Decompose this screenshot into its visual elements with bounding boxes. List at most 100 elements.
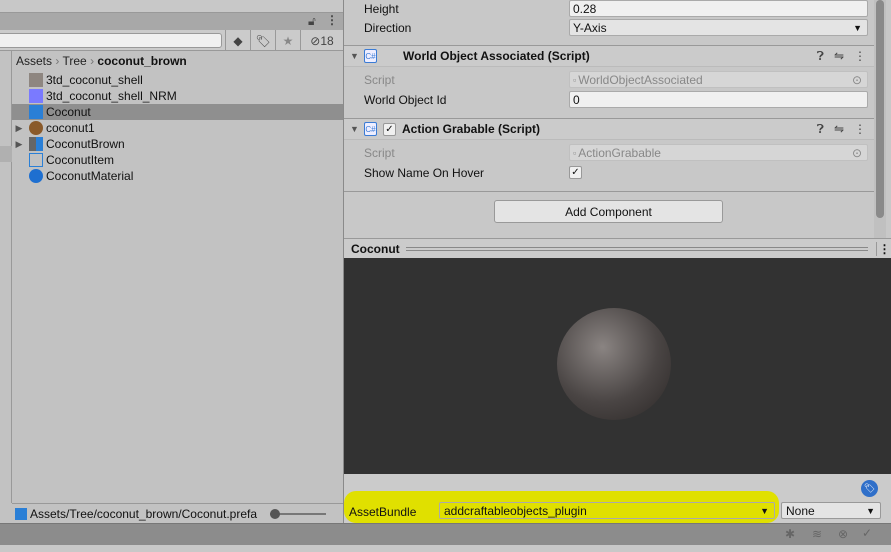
search-row: ◆ 🏷︎ ★ ⊘ 18 — [0, 30, 343, 51]
breadcrumb-assets[interactable]: Assets — [16, 54, 52, 68]
editor-status-bar: ✱ ≋ ⊗ ✓ — [0, 523, 891, 545]
assetbundle-dropdown[interactable]: addcraftableobjects_plugin ▼ — [439, 502, 775, 519]
more-menu-icon[interactable]: ⋮ — [326, 13, 338, 27]
prefab-variant-icon — [29, 137, 43, 151]
network-icon[interactable]: ⊗ — [838, 527, 848, 541]
preset-icon[interactable]: ⇋ — [834, 122, 844, 137]
asset-item-label: 3td_coconut_shell — [46, 73, 143, 87]
breadcrumb-tree[interactable]: Tree — [62, 54, 86, 68]
variant-value: None — [786, 503, 815, 518]
chevron-down-icon: ▼ — [760, 505, 769, 516]
cache-server-icon[interactable]: ≋ — [812, 527, 822, 541]
height-label: Height — [364, 2, 399, 16]
script-file-icon: ▫ — [573, 147, 577, 158]
foldout-arrow-icon[interactable]: ▼ — [350, 51, 364, 61]
add-component-button[interactable]: Add Component — [494, 200, 723, 223]
asset-item-label: 3td_coconut_shell_NRM — [46, 89, 177, 103]
icon-size-slider-knob[interactable] — [270, 509, 280, 519]
script-prefab-icon — [29, 153, 43, 167]
asset-item[interactable]: Coconut — [12, 104, 343, 120]
script-value: ActionGrabable — [578, 145, 661, 160]
foldout-arrow-icon[interactable]: ▼ — [350, 124, 364, 134]
object-picker-icon[interactable]: ⊙ — [852, 146, 862, 160]
hidden-count: 18 — [320, 33, 334, 48]
csharp-script-icon: C# — [364, 49, 377, 63]
divider — [344, 191, 874, 192]
chevron-down-icon: ▼ — [866, 505, 875, 516]
asset-item-label: coconut1 — [46, 121, 95, 135]
scrollbar-thumb[interactable] — [876, 0, 884, 218]
asset-item[interactable]: ▶ coconut1 — [12, 120, 343, 136]
asset-item[interactable]: CoconutItem — [12, 152, 343, 168]
search-by-label-icon[interactable]: 🏷︎ — [250, 30, 275, 51]
prefab-icon — [29, 105, 43, 119]
chevron-down-icon: ▼ — [853, 22, 862, 33]
script-value: WorldObjectAssociated — [578, 72, 703, 87]
more-menu-icon[interactable]: ⋮ — [854, 49, 866, 64]
preview-header[interactable]: Coconut ⋮ — [344, 238, 891, 258]
expand-arrow-icon[interactable]: ▶ — [12, 123, 26, 134]
asset-item-label: CoconutMaterial — [46, 169, 134, 183]
material-icon — [29, 169, 43, 183]
script-file-icon: ▫ — [573, 74, 577, 85]
lock-icon[interactable]: 🔓︎ — [308, 14, 316, 29]
preset-icon[interactable]: ⇋ — [834, 49, 844, 64]
object-picker-icon[interactable]: ⊙ — [852, 73, 862, 87]
project-panel: 🔓︎ ⋮ ◆ 🏷︎ ★ ⊘ 18 Assets › Tree › coconut_… — [0, 0, 343, 523]
model-icon — [29, 121, 43, 135]
inspector-panel: Height 0.28 Direction Y-Axis ▼ ▼ C# World… — [343, 0, 891, 523]
status-bar: Assets/Tree/coconut_brown/Coconut.prefa — [12, 503, 343, 523]
direction-label: Direction — [364, 21, 412, 35]
world-object-id-field[interactable]: 0 — [569, 91, 868, 108]
search-by-type-icon[interactable]: ◆ — [225, 30, 250, 51]
folder-tree[interactable] — [0, 51, 12, 503]
more-menu-icon[interactable]: ⋮ — [876, 241, 891, 256]
drag-handle[interactable] — [405, 246, 868, 251]
show-name-label: Show Name On Hover — [364, 166, 485, 180]
bottom-strip — [0, 545, 891, 552]
asset-item[interactable]: CoconutMaterial — [12, 168, 343, 184]
script-field: ▫ WorldObjectAssociated ⊙ — [569, 71, 868, 88]
world-object-id-label: World Object Id — [364, 93, 447, 107]
component-header-action-grabable[interactable]: ▼ C# ✓ Action Grabable (Script) ❓︎ ⇋ ⋮ — [344, 118, 874, 140]
breadcrumb-current[interactable]: coconut_brown — [97, 54, 186, 68]
search-input[interactable] — [0, 33, 222, 48]
eye-slash-icon: ⊘ — [310, 33, 321, 48]
asset-item-label: CoconutItem — [46, 153, 115, 167]
height-field[interactable]: 0.28 — [569, 0, 868, 17]
normal-map-icon — [29, 89, 43, 103]
script-label: Script — [364, 73, 395, 87]
asset-list: Assets › Tree › coconut_brown 3td_coconu… — [12, 51, 343, 503]
asset-item[interactable]: 3td_coconut_shell_NRM — [12, 88, 343, 104]
component-title: Action Grabable (Script) — [402, 122, 541, 136]
component-title: World Object Associated (Script) — [403, 49, 590, 63]
component-header-world-object[interactable]: ▼ C# World Object Associated (Script) ❓︎… — [344, 45, 874, 67]
top-strip — [0, 0, 343, 12]
texture-icon — [29, 73, 43, 87]
asset-item[interactable]: ▶ CoconutBrown — [12, 136, 343, 152]
folder-tree-selection — [0, 146, 12, 162]
label-tag-icon[interactable]: 🏷︎ — [861, 480, 878, 497]
bug-icon[interactable]: ✱ — [785, 527, 795, 541]
check-circle-icon[interactable]: ✓ — [862, 526, 872, 540]
preview-viewport[interactable] — [344, 258, 891, 474]
hidden-packages-button[interactable]: ⊘ 18 — [300, 30, 343, 51]
script-field: ▫ ActionGrabable ⊙ — [569, 144, 868, 161]
favorite-star-icon[interactable]: ★ — [275, 30, 300, 51]
coconut-model — [557, 308, 671, 420]
prefab-icon — [15, 507, 27, 520]
assetbundle-bar: 🏷︎ AssetBundle addcraftableobjects_plugi… — [344, 474, 891, 523]
variant-dropdown[interactable]: None ▼ — [781, 502, 881, 519]
expand-arrow-icon[interactable]: ▶ — [12, 139, 26, 150]
direction-dropdown[interactable]: Y-Axis ▼ — [569, 19, 868, 36]
help-icon[interactable]: ❓︎ — [817, 49, 824, 64]
asset-item-label: CoconutBrown — [46, 137, 125, 151]
assetbundle-value: addcraftableobjects_plugin — [444, 503, 587, 518]
breadcrumb: Assets › Tree › coconut_brown — [16, 54, 187, 68]
asset-item-label: Coconut — [46, 105, 91, 119]
asset-item[interactable]: 3td_coconut_shell — [12, 72, 343, 88]
help-icon[interactable]: ❓︎ — [817, 122, 824, 137]
more-menu-icon[interactable]: ⋮ — [854, 122, 866, 137]
show-name-checkbox[interactable]: ✓ — [569, 166, 582, 179]
component-enabled-checkbox[interactable]: ✓ — [383, 122, 396, 136]
